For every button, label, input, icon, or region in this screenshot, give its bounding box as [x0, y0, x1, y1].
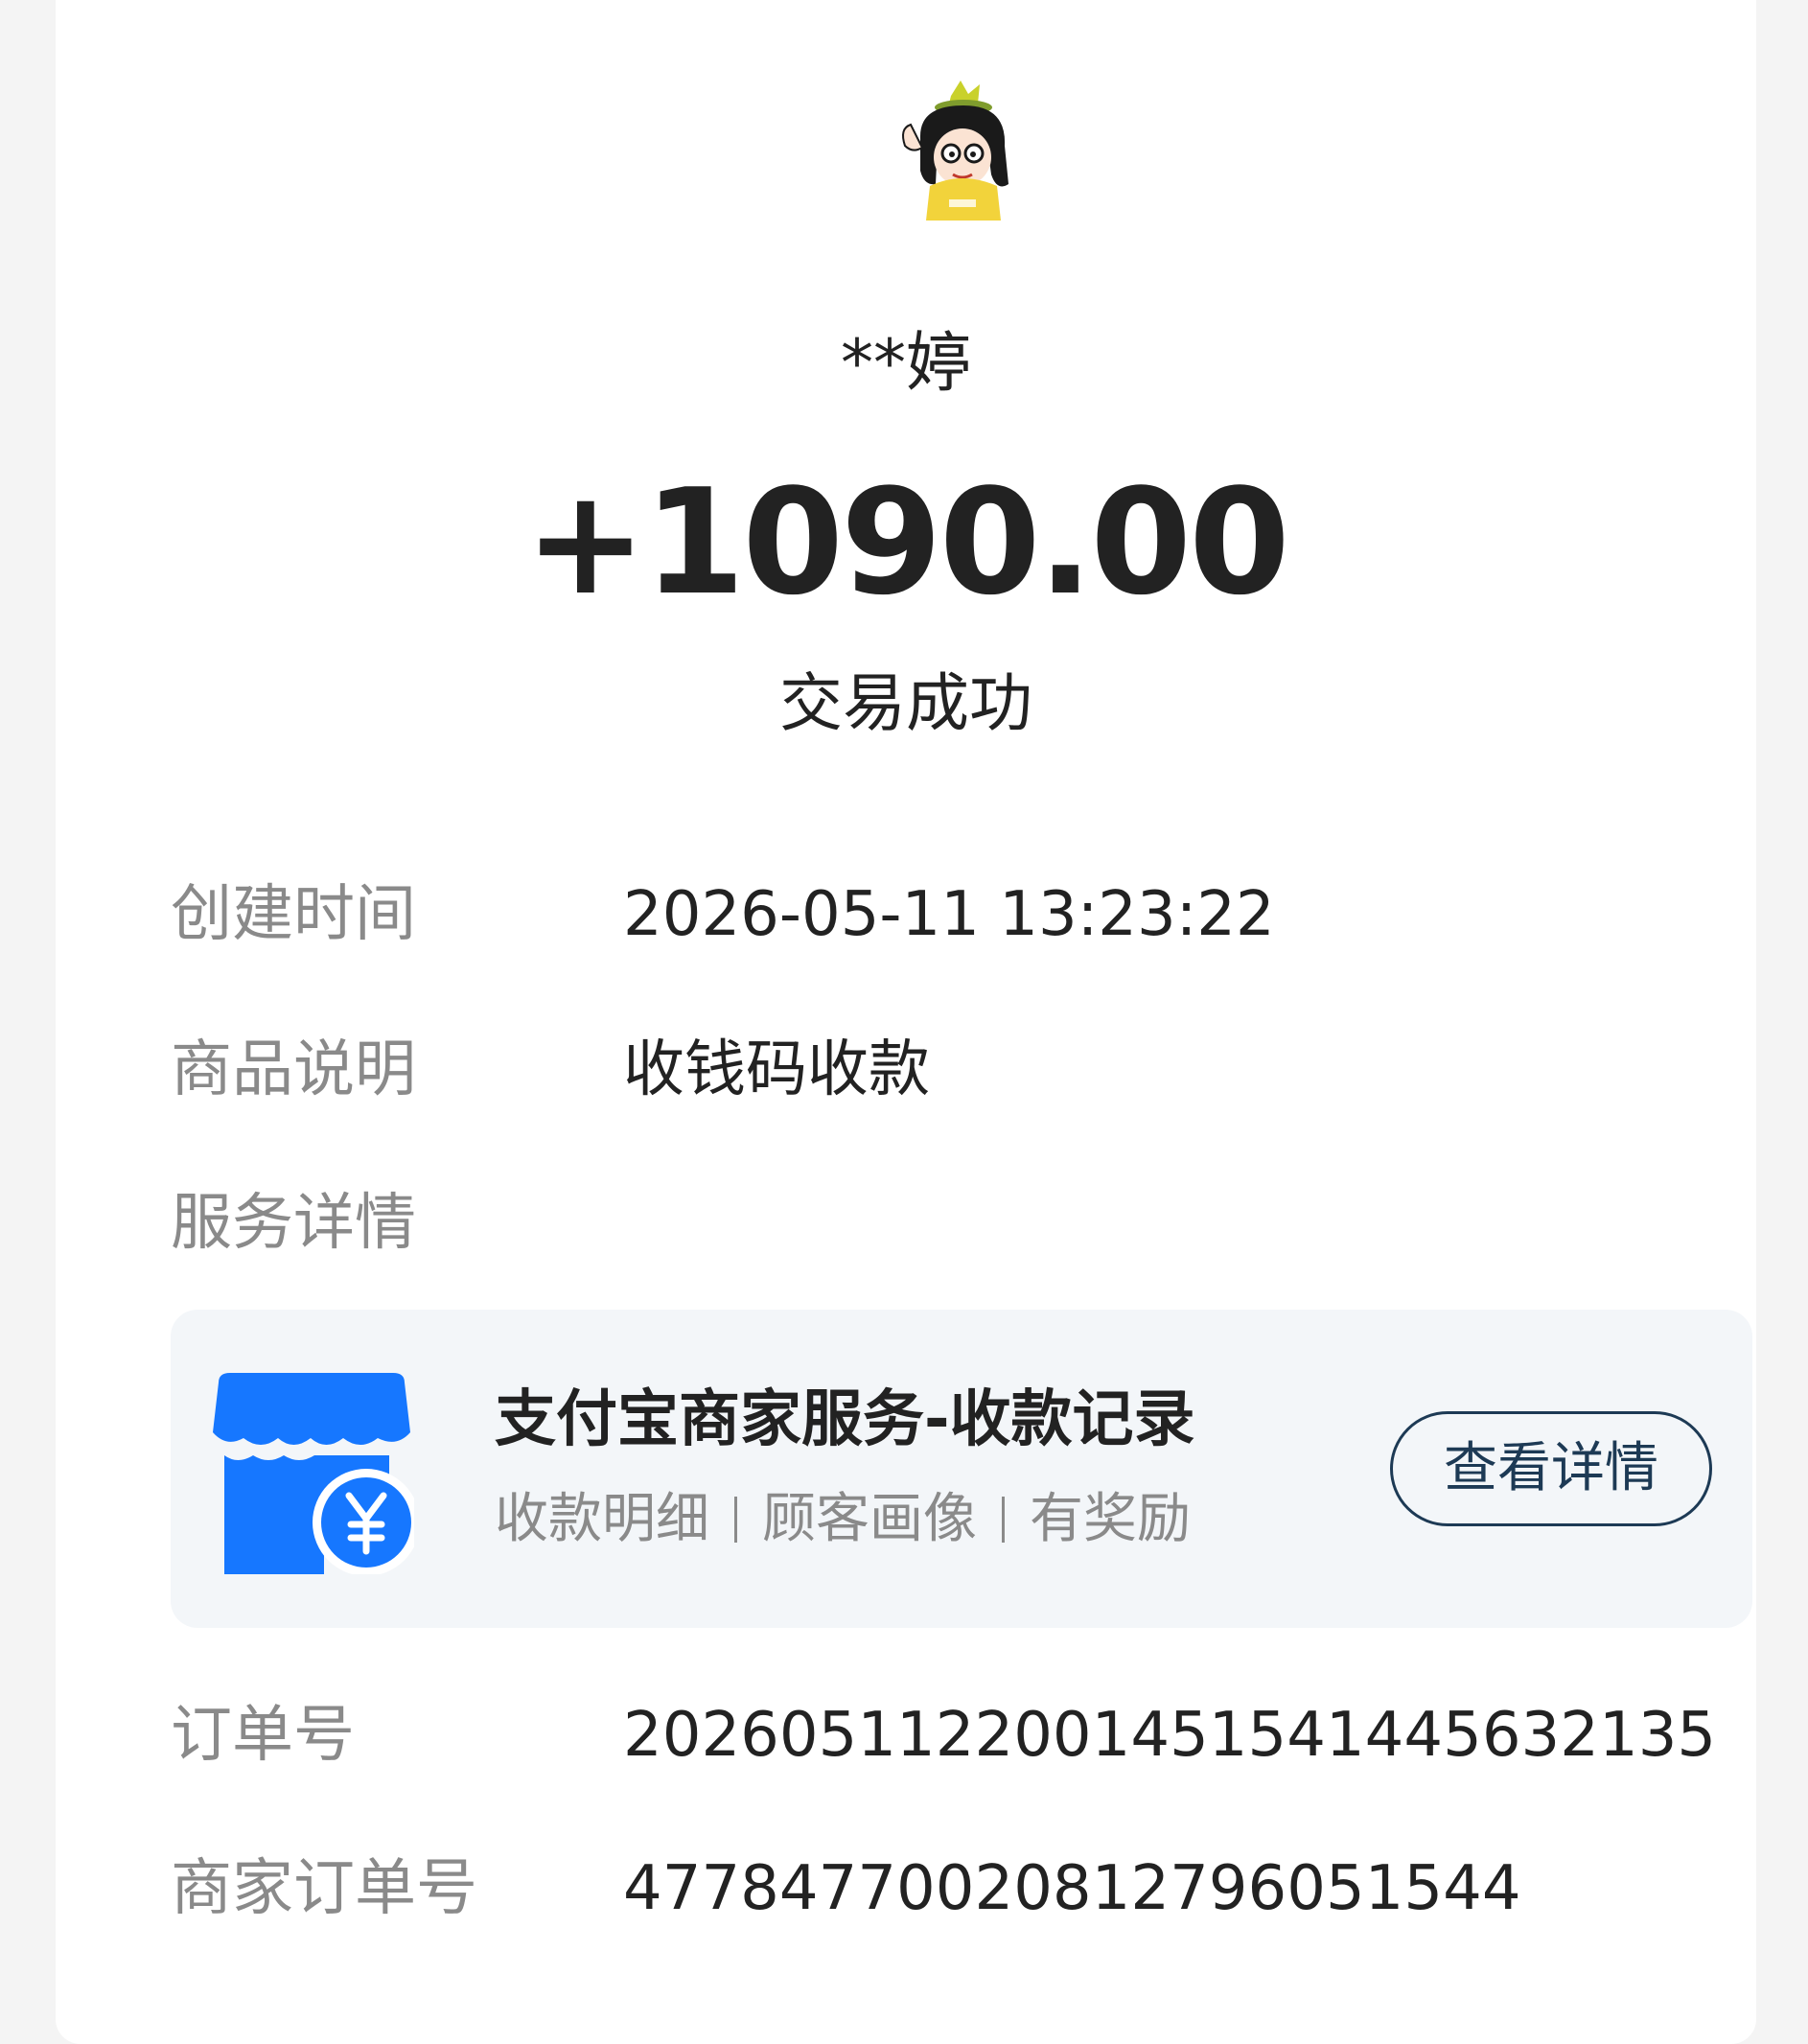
product-label: 商品说明 — [171, 1034, 416, 1105]
merchant-service-card[interactable]: 支付宝商家服务-收款记录 收款明细 顾客画像 有奖励 查看详情 — [171, 1310, 1752, 1628]
service-title: 支付宝商家服务-收款记录 — [495, 1384, 1195, 1455]
transaction-amount: +1090.00 — [524, 457, 1290, 627]
created-time-label: 创建时间 — [171, 879, 416, 950]
service-sub-item: 有奖励 — [1030, 1488, 1191, 1550]
payer-name: **婷 — [840, 326, 971, 402]
service-sub-item: 顾客画像 — [762, 1488, 977, 1550]
order-no-value: 2026051122001451541445632135 — [623, 1700, 1717, 1771]
product-value: 收钱码收款 — [623, 1034, 930, 1105]
transaction-status: 交易成功 — [779, 666, 1032, 740]
merchant-order-no-label: 商家订单号 — [171, 1853, 477, 1924]
service-sub-item: 收款明细 — [495, 1488, 709, 1550]
divider — [734, 1497, 737, 1543]
service-subtitle: 收款明细 顾客画像 有奖励 — [495, 1486, 1191, 1553]
order-no-label: 订单号 — [171, 1700, 355, 1771]
view-details-button[interactable]: 查看详情 — [1390, 1411, 1712, 1526]
avatar — [902, 81, 1008, 221]
shop-yuan-icon — [213, 1373, 414, 1574]
transaction-detail-card: **婷 +1090.00 交易成功 创建时间 2026-05-11 13:23:… — [56, 0, 1756, 2044]
service-details-label: 服务详情 — [171, 1188, 416, 1259]
merchant-order-no-value: 4778477002081279605154​4 — [623, 1853, 1521, 1924]
divider — [1002, 1497, 1005, 1543]
created-time-value: 2026-05-11 13:23:22 — [623, 879, 1275, 950]
